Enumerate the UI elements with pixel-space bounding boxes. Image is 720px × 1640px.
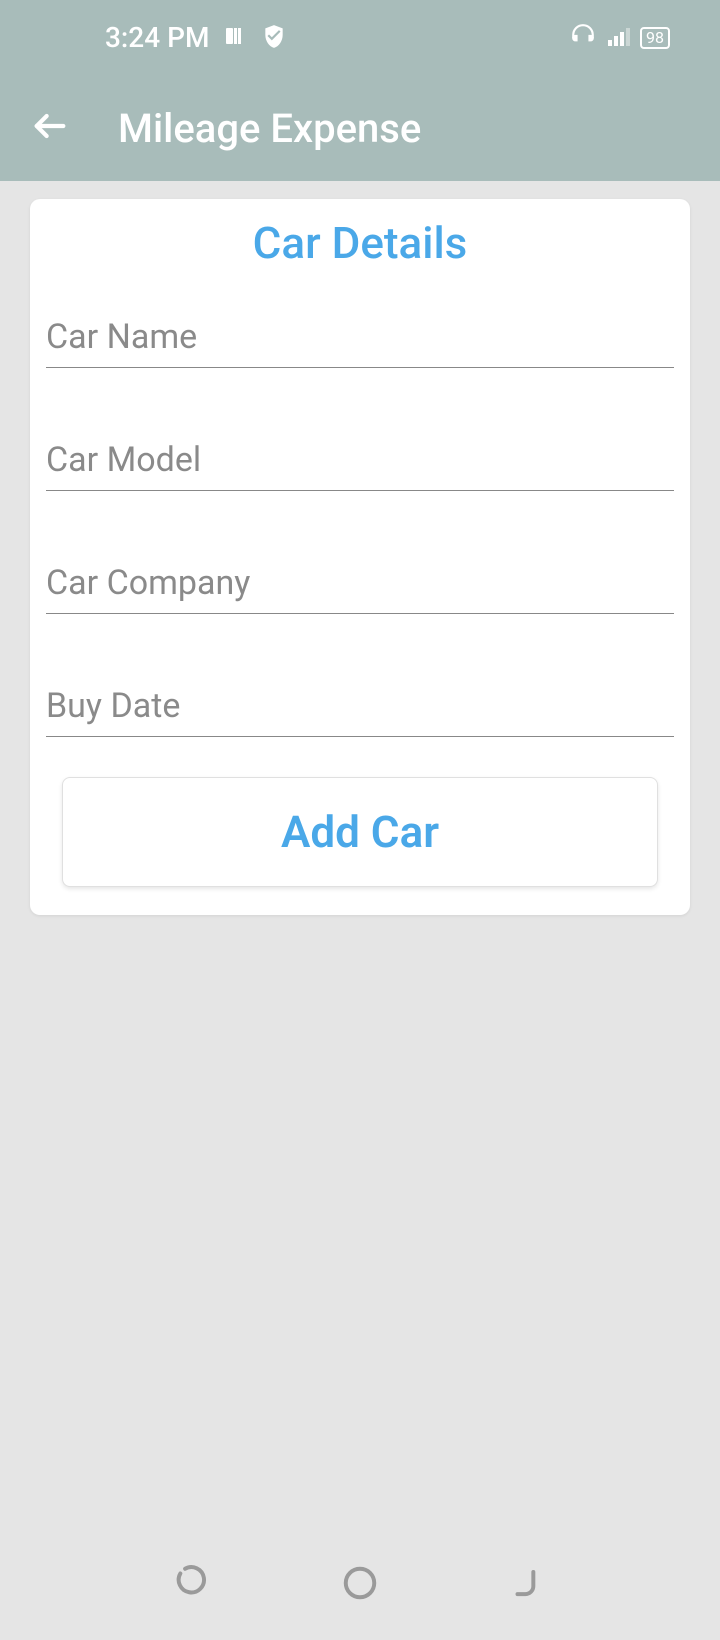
recents-icon[interactable] bbox=[174, 1564, 212, 1606]
app-indicator-icon bbox=[223, 24, 247, 52]
status-left: 3:24 PM bbox=[30, 21, 287, 54]
back-icon[interactable] bbox=[30, 106, 70, 150]
car-name-field[interactable] bbox=[46, 305, 674, 368]
app-bar: Mileage Expense bbox=[0, 75, 720, 181]
add-car-button[interactable]: Add Car bbox=[62, 777, 658, 887]
status-bar: 3:24 PM 98 bbox=[0, 0, 720, 75]
car-company-field[interactable] bbox=[46, 551, 674, 614]
shield-icon bbox=[261, 23, 287, 53]
home-icon[interactable] bbox=[341, 1564, 379, 1606]
car-details-card: Car Details Add Car bbox=[30, 199, 690, 915]
status-time: 3:24 PM bbox=[105, 21, 209, 54]
content-area: Car Details Add Car bbox=[0, 181, 720, 933]
card-title: Car Details bbox=[46, 217, 674, 269]
headphones-icon bbox=[570, 23, 596, 53]
battery-icon: 98 bbox=[640, 27, 670, 49]
status-right: 98 bbox=[570, 23, 690, 53]
system-nav-bar bbox=[0, 1530, 720, 1640]
signal-icon bbox=[606, 24, 630, 52]
buy-date-field[interactable] bbox=[46, 674, 674, 737]
page-title: Mileage Expense bbox=[118, 105, 421, 152]
back-nav-icon[interactable] bbox=[508, 1564, 546, 1606]
car-model-field[interactable] bbox=[46, 428, 674, 491]
